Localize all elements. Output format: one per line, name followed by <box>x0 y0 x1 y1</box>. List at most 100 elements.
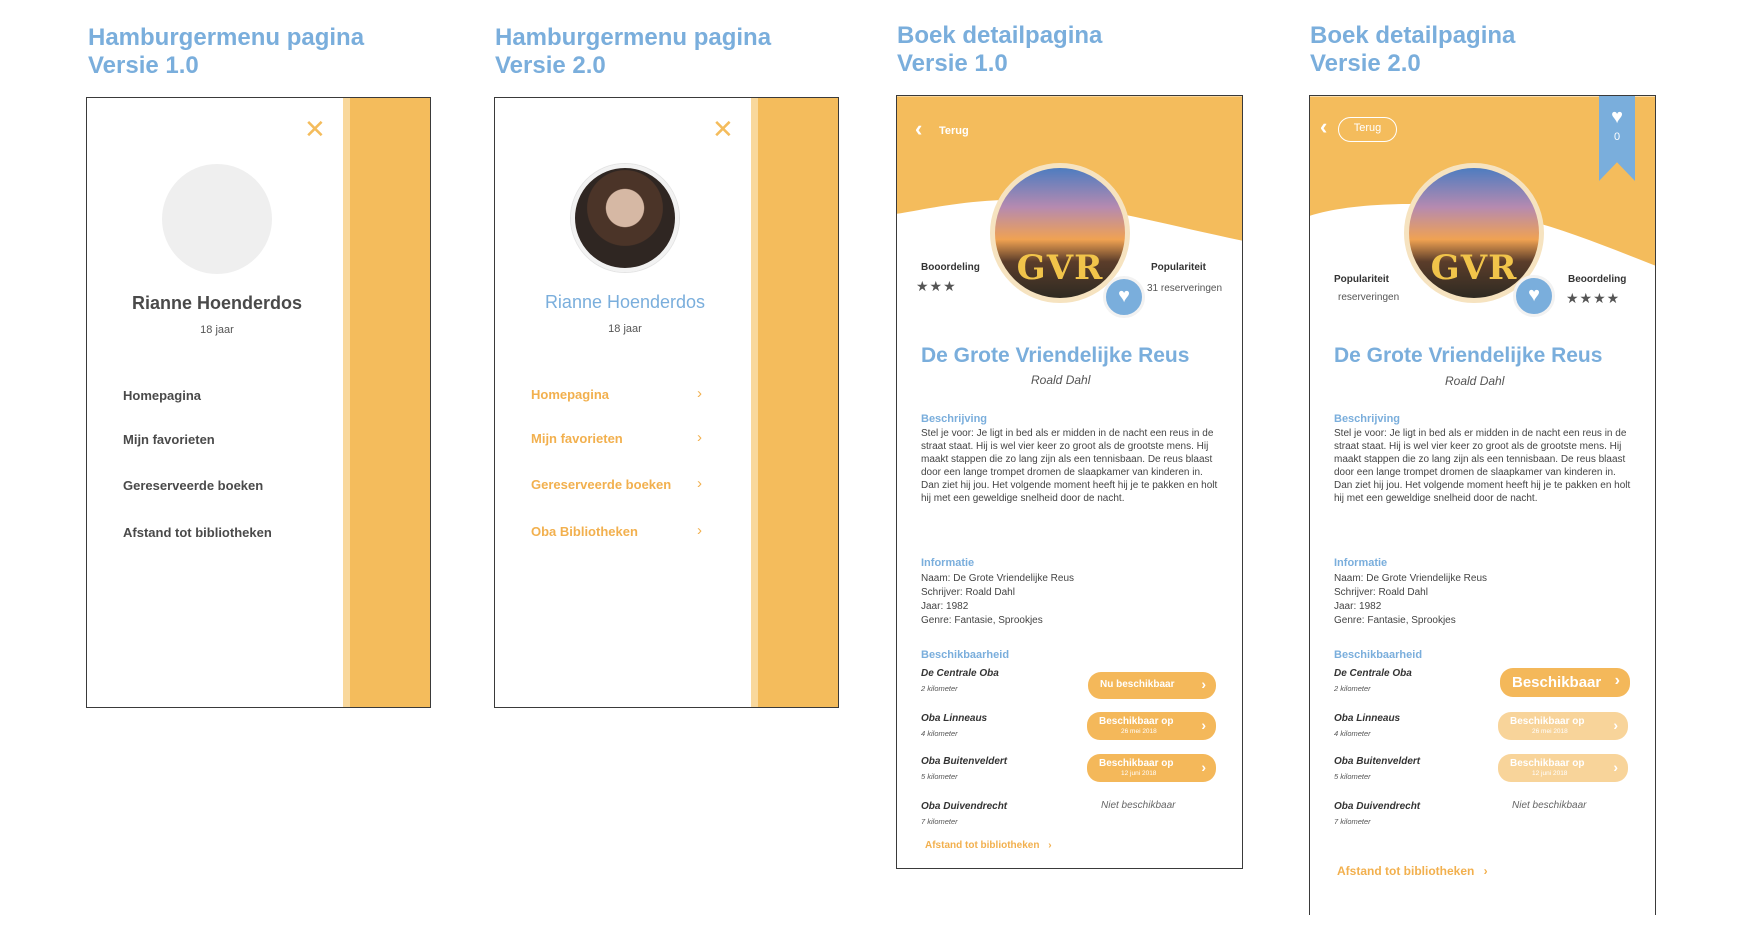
menu-item-homepagina[interactable]: Homepagina <box>531 387 609 402</box>
menu-item-bibliotheken[interactable]: Oba Bibliotheken <box>531 524 638 539</box>
title-line: Boek detailpagina <box>1310 22 1516 49</box>
rating-stars: ★★★★ <box>1566 290 1621 306</box>
info-author: Schrijver: Roald Dahl <box>921 587 1015 598</box>
popularity-label: Populariteit <box>1151 262 1207 273</box>
menu-item-gereserveerd[interactable]: Gereserveerde boeken <box>531 477 671 492</box>
rating-label: Beoordeling <box>1568 274 1627 285</box>
favorite-heart-icon[interactable]: ♥ <box>1513 275 1555 317</box>
version-line: Versie 1.0 <box>88 52 199 79</box>
menu-overlay[interactable] <box>758 98 838 707</box>
version-line: Versie 2.0 <box>495 52 606 79</box>
available-on-button[interactable]: Beschikbaar op 26 mei 2018 › <box>1087 712 1216 740</box>
chevron-right-icon[interactable]: › <box>697 522 702 539</box>
description-heading: Beschrijving <box>1334 413 1401 425</box>
button-label: Beschikbaar op <box>1510 716 1585 727</box>
chevron-right-icon: › <box>1483 864 1488 878</box>
menu-item-afstand[interactable]: Afstand tot bibliotheken <box>123 525 272 540</box>
library-name: Oba Linneaus <box>1334 713 1401 724</box>
description-text: Stel je voor: Je ligt in bed als er midd… <box>921 428 1218 504</box>
distance-link-label: Afstand tot bibliotheken <box>925 840 1040 851</box>
library-name: Oba Duivendrecht <box>921 801 1008 812</box>
column-title-book-v1: Boek detailpagina Versie 1.0 <box>897 22 1102 78</box>
user-name: Rianne Hoenderdos <box>544 292 706 312</box>
avatar[interactable] <box>571 164 679 272</box>
available-on-button[interactable]: Beschikbaar op 12 juni 2018 › <box>1498 754 1628 782</box>
info-year: Jaar: 1982 <box>1334 601 1382 612</box>
chevron-right-icon: › <box>1614 672 1620 689</box>
available-date: 26 mei 2018 <box>1121 728 1157 735</box>
column-title-book-v2: Boek detailpagina Versie 2.0 <box>1310 22 1515 78</box>
info-author: Schrijver: Roald Dahl <box>1334 587 1428 598</box>
book-author: Roald Dahl <box>1445 374 1505 388</box>
button-label: Beschikbaar op <box>1099 758 1174 769</box>
close-icon[interactable]: ✕ <box>712 116 734 142</box>
info-genre: Genre: Fantasie, Sprookjes <box>921 615 1043 626</box>
chevron-right-icon: › <box>1048 840 1052 851</box>
availability-heading: Beschikbaarheid <box>1334 649 1423 661</box>
chevron-right-icon[interactable]: › <box>697 429 702 446</box>
library-distance: 2 kilometer <box>921 684 958 693</box>
available-date: 12 juni 2018 <box>1121 770 1157 777</box>
availability-heading: Beschikbaarheid <box>921 649 1010 661</box>
library-distance: 7 kilometer <box>1334 817 1371 826</box>
available-date: 26 mei 2018 <box>1532 728 1568 735</box>
menu-v1-screen: ✕ Rianne Hoenderdos 18 jaar Homepagina M… <box>86 97 431 708</box>
available-date: 12 juni 2018 <box>1532 770 1568 777</box>
not-available-status: Niet beschikbaar <box>1101 800 1176 811</box>
heart-icon: ♥ <box>1611 106 1623 128</box>
menu-item-favorieten[interactable]: Mijn favorieten <box>123 432 215 447</box>
chevron-right-icon: › <box>1201 717 1206 733</box>
user-age: 18 jaar <box>608 323 642 335</box>
user-name: Rianne Hoenderdos <box>131 293 303 313</box>
available-on-button[interactable]: Beschikbaar op 12 juni 2018 › <box>1087 754 1216 782</box>
available-now-button[interactable]: Nu beschikbaar › <box>1088 672 1216 699</box>
book-title: De Grote Vriendelijke Reus <box>921 344 1190 367</box>
popularity-label: Populariteit <box>1334 274 1390 285</box>
popularity-value: reserveringen <box>1338 292 1400 303</box>
library-distance: 5 kilometer <box>1334 772 1371 781</box>
library-distance: 4 kilometer <box>1334 729 1371 738</box>
chevron-right-icon[interactable]: › <box>697 475 702 492</box>
back-button[interactable]: Terug <box>1338 117 1397 142</box>
back-chevron-icon[interactable]: ‹ <box>915 118 922 140</box>
library-name: Oba Duivendrecht <box>1334 801 1421 812</box>
available-on-button[interactable]: Beschikbaar op 26 mei 2018 › <box>1498 712 1628 740</box>
book-v1-screen: ‹ Terug GVR ♥ Booordeling ★★★ Popularite… <box>896 95 1243 869</box>
version-line: Versie 2.0 <box>1310 50 1421 77</box>
book-v2-screen: ‹ Terug ♥ 0 GVR ♥ Populariteit reserveri… <box>1309 95 1656 915</box>
not-available-status: Niet beschikbaar <box>1512 800 1587 811</box>
chevron-right-icon[interactable]: › <box>697 385 702 402</box>
menu-overlay[interactable] <box>350 98 430 707</box>
cover-title-text: GVR <box>1016 248 1104 288</box>
menu-item-gereserveerd[interactable]: Gereserveerde boeken <box>123 478 263 493</box>
available-button[interactable]: Beschikbaar › <box>1500 668 1630 697</box>
book-author: Roald Dahl <box>1031 373 1091 387</box>
menu-v2-screen: ✕ Rianne Hoenderdos 18 jaar Homepagina ›… <box>494 97 839 708</box>
library-distance: 7 kilometer <box>921 817 958 826</box>
library-name: Oba Linneaus <box>921 713 988 724</box>
description-text: Stel je voor: Je ligt in bed als er midd… <box>1334 428 1631 504</box>
info-heading: Informatie <box>1334 557 1388 569</box>
close-icon[interactable]: ✕ <box>304 116 326 142</box>
button-label: Beschikbaar op <box>1510 758 1585 769</box>
chevron-right-icon: › <box>1613 759 1618 775</box>
info-heading: Informatie <box>921 557 975 569</box>
back-chevron-icon[interactable]: ‹ <box>1320 116 1327 138</box>
distance-link[interactable]: Afstand tot bibliotheken › <box>925 840 1052 851</box>
favorite-heart-icon[interactable]: ♥ <box>1103 276 1145 318</box>
menu-item-favorieten[interactable]: Mijn favorieten <box>531 431 623 446</box>
library-name: De Centrale Oba <box>1334 668 1412 679</box>
button-label: Beschikbaar op <box>1099 716 1174 727</box>
info-name: Naam: De Grote Vriendelijke Reus <box>1334 573 1488 584</box>
distance-link[interactable]: Afstand tot bibliotheken › <box>1337 864 1488 878</box>
favorite-count: 0 <box>1613 131 1621 143</box>
rating-stars: ★★★ <box>916 278 957 294</box>
description-heading: Beschrijving <box>921 413 988 425</box>
menu-item-homepagina[interactable]: Homepagina <box>123 388 201 403</box>
info-name: Naam: De Grote Vriendelijke Reus <box>921 573 1075 584</box>
user-age: 18 jaar <box>200 324 234 336</box>
column-title-menu-v2: Hamburgermenu pagina Versie 2.0 <box>495 24 771 80</box>
button-label: Beschikbaar <box>1512 674 1602 691</box>
chevron-right-icon: › <box>1201 759 1206 775</box>
back-button[interactable]: Terug <box>939 125 969 137</box>
